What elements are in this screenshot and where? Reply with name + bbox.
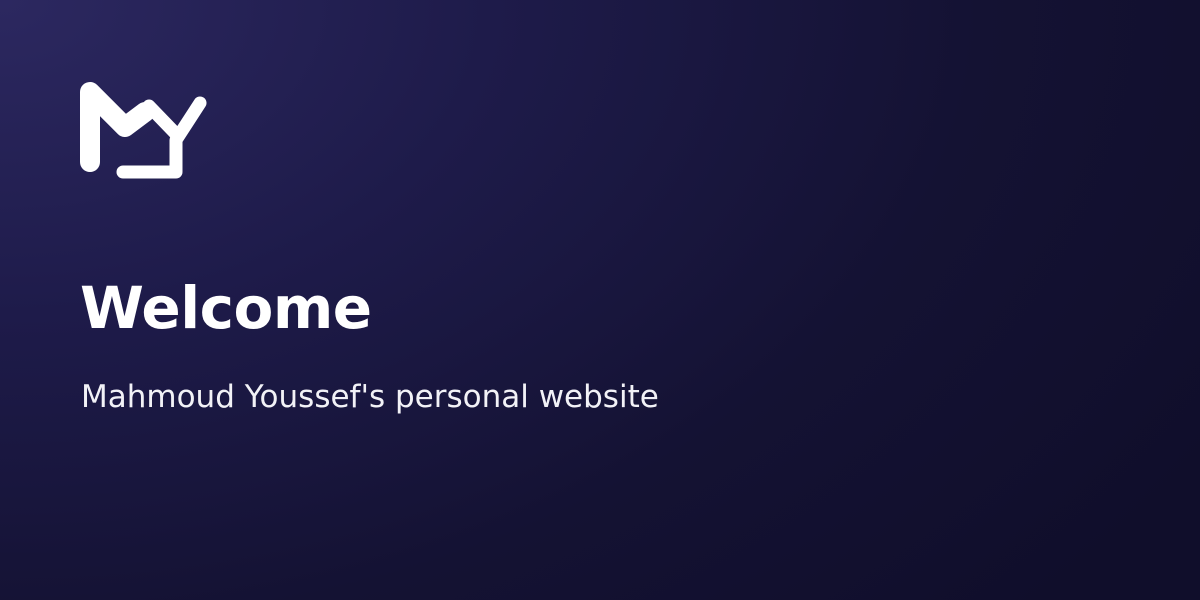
page-title: Welcome [80,274,372,342]
page-subtitle: Mahmoud Youssef's personal website [81,379,659,415]
my-logo-icon [80,82,207,179]
social-preview-card: Welcome Mahmoud Youssef's personal websi… [0,0,1200,600]
